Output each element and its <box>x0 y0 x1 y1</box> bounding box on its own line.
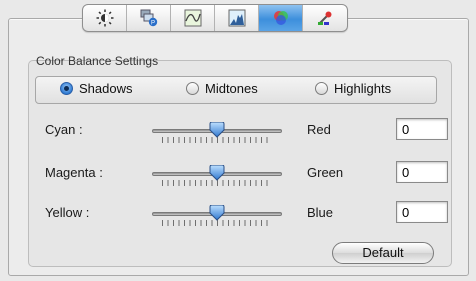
radio-highlights[interactable]: Highlights <box>315 81 391 96</box>
cyan-label: Cyan : <box>45 122 83 137</box>
radio-label: Midtones <box>205 81 258 96</box>
svg-text:P: P <box>150 20 154 26</box>
radio-midtones[interactable]: Midtones <box>186 81 258 96</box>
radio-dot <box>186 82 199 95</box>
tab-histogram[interactable] <box>215 5 259 31</box>
magenta-green-value-field[interactable] <box>396 161 448 183</box>
color-picker-icon <box>316 9 334 27</box>
slider-thumb[interactable] <box>209 164 225 181</box>
color-balance-icon <box>272 9 290 27</box>
radio-dot <box>315 82 328 95</box>
slider-thumb[interactable] <box>209 121 225 138</box>
magenta-green-slider[interactable] <box>152 164 282 186</box>
tab-curves[interactable] <box>171 5 215 31</box>
histogram-icon <box>228 9 246 27</box>
slider-thumb[interactable] <box>209 204 225 221</box>
radio-shadows[interactable]: Shadows <box>60 81 132 96</box>
tab-monitor-profile[interactable]: P <box>127 5 171 31</box>
toolbar-tabs: P <box>82 4 348 32</box>
blue-label: Blue <box>307 205 334 220</box>
curves-icon <box>184 9 202 27</box>
tab-color-balance[interactable] <box>259 5 303 31</box>
monitor-profile-icon: P <box>140 9 158 27</box>
cyan-red-slider[interactable] <box>152 121 282 143</box>
yellow-label: Yellow : <box>45 205 90 220</box>
radio-label: Shadows <box>79 81 133 96</box>
tab-brightness[interactable] <box>83 5 127 31</box>
magenta-label: Magenta : <box>45 165 103 180</box>
tone-range-selector: Shadows Midtones Highlights <box>35 76 437 104</box>
radio-label: Highlights <box>334 81 392 96</box>
brightness-icon <box>96 9 114 27</box>
yellow-blue-slider[interactable] <box>152 204 282 226</box>
cyan-red-value-field[interactable] <box>396 118 448 140</box>
radio-dot <box>60 82 73 95</box>
yellow-blue-value-field[interactable] <box>396 201 448 223</box>
tab-color-picker[interactable] <box>303 5 347 31</box>
group-title: Color Balance Settings <box>36 54 159 68</box>
green-label: Green <box>307 165 344 180</box>
default-button[interactable]: Default <box>332 242 434 264</box>
red-label: Red <box>307 122 331 137</box>
